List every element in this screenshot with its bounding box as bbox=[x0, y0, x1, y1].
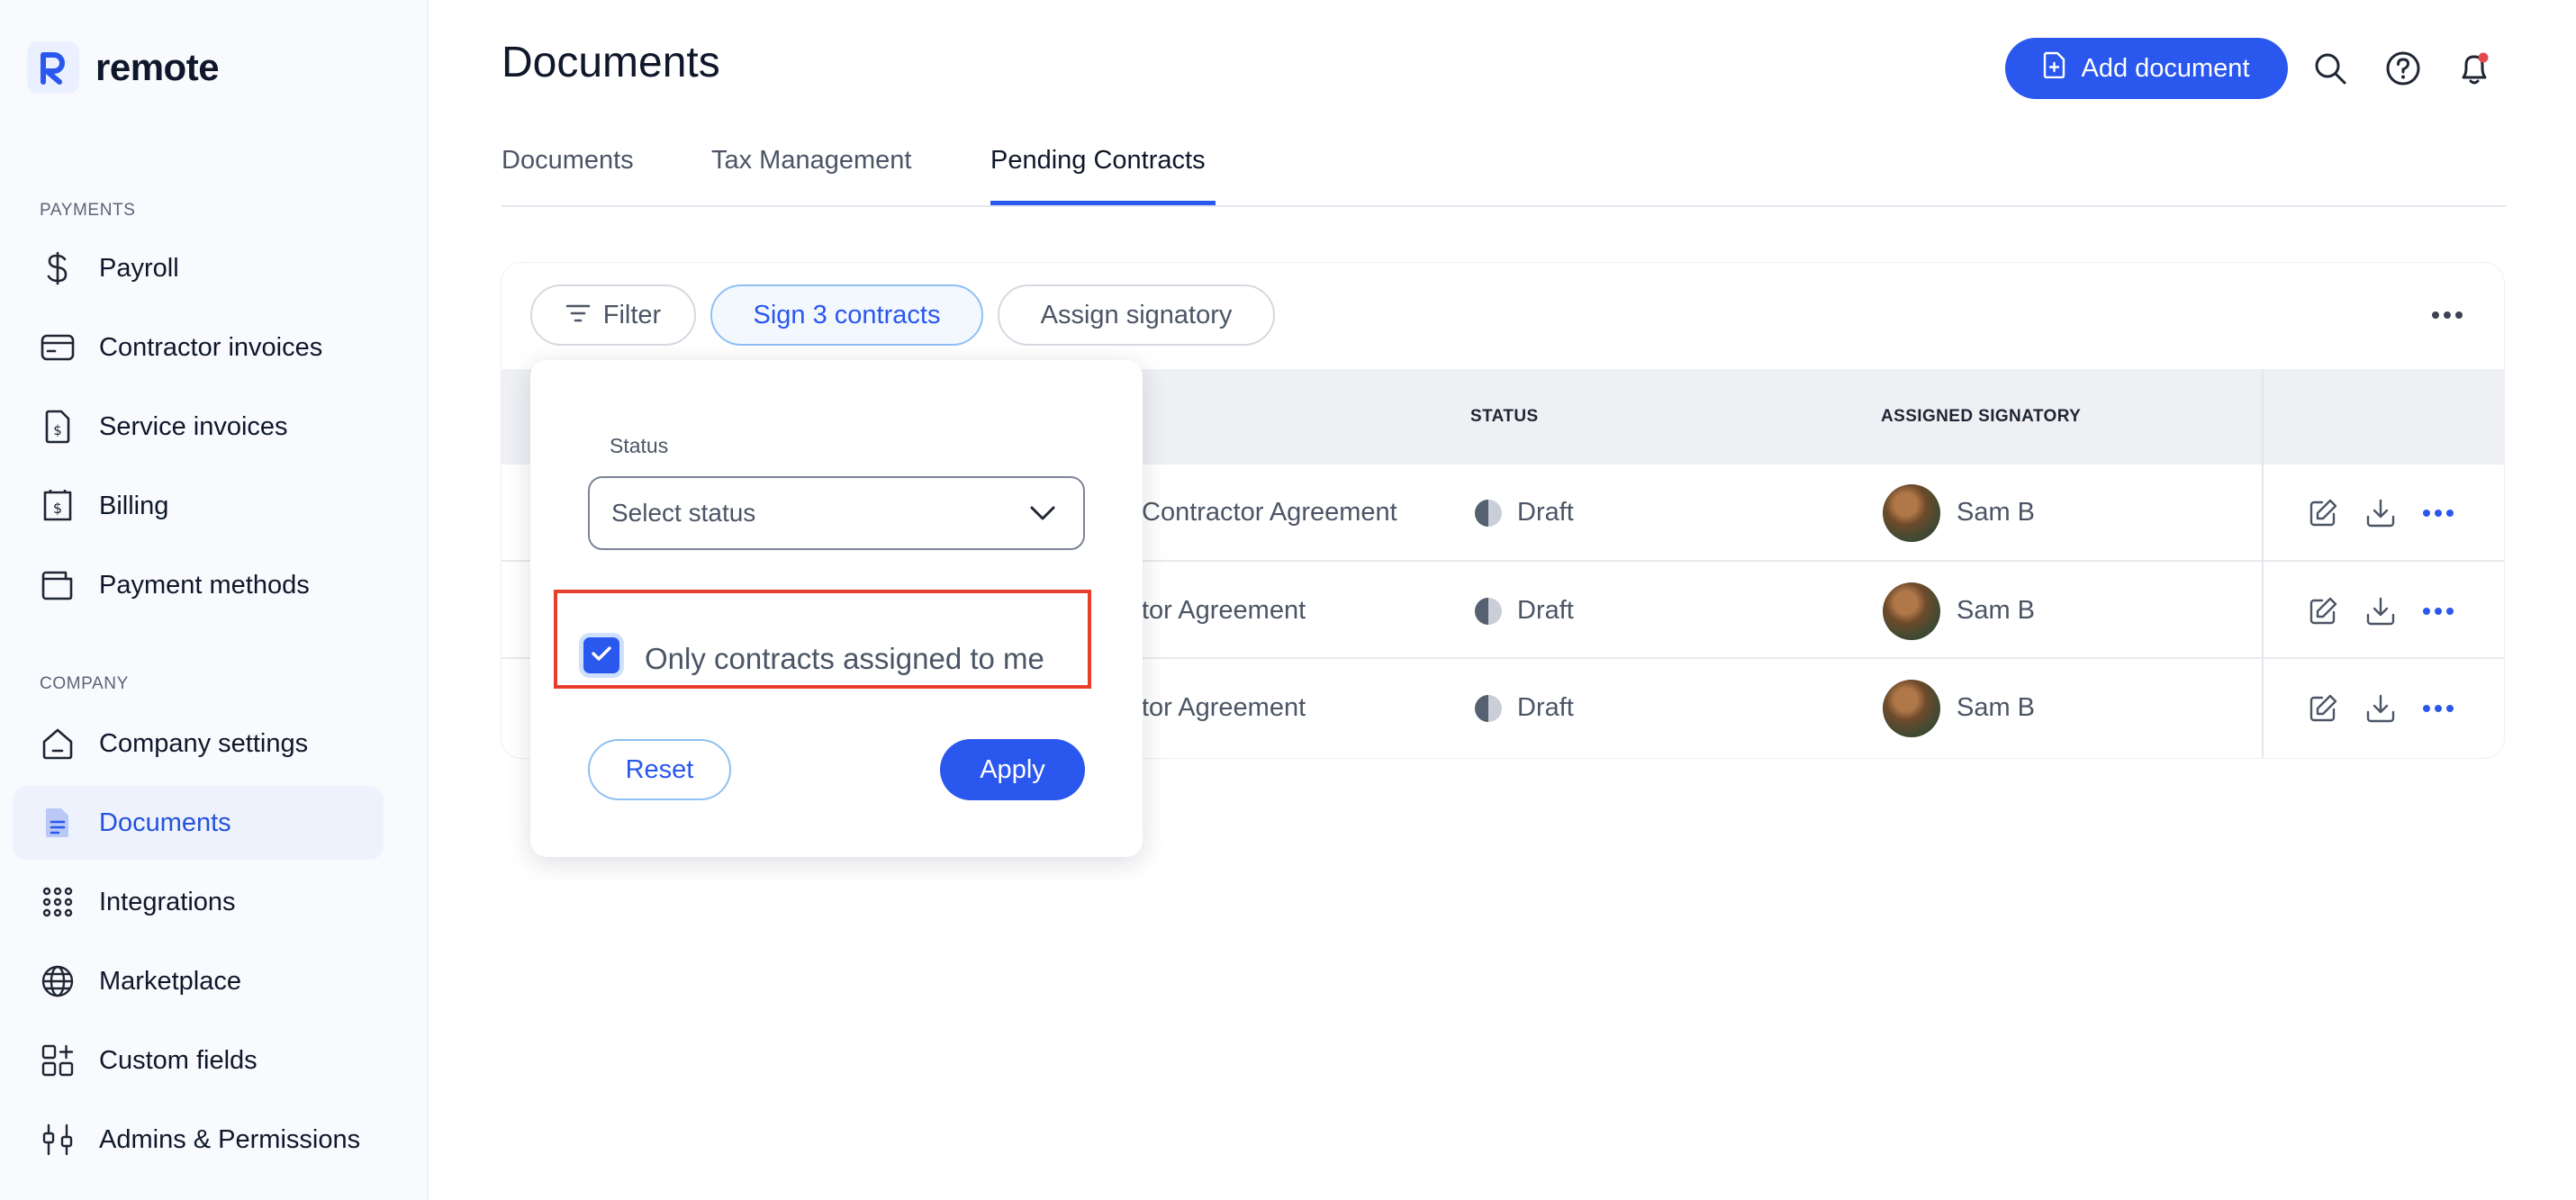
only-mine-label[interactable]: Only contracts assigned to me bbox=[645, 642, 1044, 676]
svg-text:$: $ bbox=[53, 422, 62, 438]
status-text: Draft bbox=[1517, 596, 1574, 625]
edit-icon[interactable] bbox=[2307, 692, 2339, 725]
sidebar-item-label: Marketplace bbox=[99, 966, 241, 996]
remote-logo-icon bbox=[27, 41, 79, 94]
card-icon bbox=[40, 329, 76, 365]
sign-contracts-button[interactable]: Sign 3 contracts bbox=[710, 284, 983, 346]
active-tab-indicator bbox=[990, 201, 1216, 205]
add-fields-icon bbox=[40, 1042, 76, 1078]
sidebar-item-label: Payment methods bbox=[99, 570, 310, 600]
invoice-icon: $ bbox=[40, 409, 76, 445]
more-options-icon[interactable] bbox=[2429, 302, 2465, 328]
signatory-name: Sam B bbox=[1957, 498, 2036, 527]
draft-status-icon bbox=[1474, 694, 1503, 723]
column-header-status: STATUS bbox=[1470, 407, 1539, 426]
document-name[interactable]: tor Agreement bbox=[1142, 693, 1306, 723]
sidebar-item-label: Admins & Permissions bbox=[99, 1124, 361, 1154]
sidebar-item-label: Contractor invoices bbox=[99, 332, 323, 362]
status-select-value: Select status bbox=[611, 499, 756, 527]
tab-documents[interactable]: Documents bbox=[502, 146, 634, 176]
tab-pending-contracts[interactable]: Pending Contracts bbox=[990, 146, 1206, 176]
sidebar: remote PAYMENTS Payroll Contractor invoi… bbox=[0, 0, 429, 1200]
sidebar-item-marketplace[interactable]: Marketplace bbox=[13, 944, 384, 1018]
sidebar-item-label: Documents bbox=[99, 808, 231, 837]
sidebar-item-payment-methods[interactable]: Payment methods bbox=[13, 548, 384, 622]
more-actions-icon[interactable] bbox=[2422, 692, 2454, 725]
status-select[interactable]: Select status bbox=[588, 476, 1085, 550]
sidebar-item-label: Payroll bbox=[99, 253, 179, 283]
status-text: Draft bbox=[1517, 498, 1574, 527]
only-mine-checkbox[interactable] bbox=[583, 637, 619, 673]
chevron-down-icon bbox=[1029, 499, 1056, 528]
brand-logo[interactable]: remote bbox=[27, 41, 220, 94]
sidebar-item-label: Billing bbox=[99, 491, 169, 520]
sidebar-item-payroll[interactable]: Payroll bbox=[13, 231, 384, 305]
home-icon bbox=[40, 726, 76, 762]
sidebar-item-custom-fields[interactable]: Custom fields bbox=[13, 1024, 384, 1097]
apply-button[interactable]: Apply bbox=[940, 739, 1085, 800]
signatory-name: Sam B bbox=[1957, 693, 2036, 722]
column-header-assigned-signatory: ASSIGNED SIGNATORY bbox=[1881, 407, 2082, 426]
brand-name: remote bbox=[95, 46, 220, 88]
download-icon[interactable] bbox=[2364, 497, 2397, 529]
dollar-icon bbox=[40, 250, 76, 286]
edit-icon[interactable] bbox=[2307, 497, 2339, 529]
filter-icon bbox=[565, 301, 591, 330]
avatar bbox=[1883, 582, 1940, 640]
sidebar-item-documents[interactable]: Documents bbox=[13, 786, 384, 860]
draft-status-icon bbox=[1474, 597, 1503, 626]
grid-icon bbox=[40, 884, 76, 920]
document-icon bbox=[40, 805, 76, 841]
checkmark-icon bbox=[591, 645, 612, 667]
more-actions-icon[interactable] bbox=[2422, 497, 2454, 529]
billing-icon: $ bbox=[40, 488, 76, 524]
download-icon[interactable] bbox=[2364, 692, 2397, 725]
section-label-payments: PAYMENTS bbox=[40, 201, 136, 220]
status-filter-label: Status bbox=[610, 434, 669, 457]
search-icon[interactable] bbox=[2310, 49, 2350, 88]
section-label-company: COMPANY bbox=[40, 674, 129, 693]
svg-text:$: $ bbox=[53, 500, 62, 517]
filter-label: Filter bbox=[602, 300, 662, 329]
tab-tax-management[interactable]: Tax Management bbox=[711, 146, 911, 176]
sidebar-item-label: Integrations bbox=[99, 887, 236, 916]
document-name[interactable]: tor Agreement bbox=[1142, 596, 1306, 626]
document-name[interactable]: Contractor Agreement bbox=[1142, 498, 1397, 528]
sign-contracts-label: Sign 3 contracts bbox=[753, 300, 941, 329]
sidebar-item-label: Company settings bbox=[99, 728, 309, 758]
sidebar-item-company-settings[interactable]: Company settings bbox=[13, 707, 384, 780]
download-icon[interactable] bbox=[2364, 595, 2397, 627]
file-plus-icon bbox=[2043, 51, 2066, 86]
draft-status-icon bbox=[1474, 499, 1503, 528]
page-title: Documents bbox=[502, 39, 720, 86]
sidebar-item-label: Custom fields bbox=[99, 1045, 258, 1075]
status-text: Draft bbox=[1517, 693, 1574, 722]
sidebar-item-billing[interactable]: $ Billing bbox=[13, 469, 384, 543]
bell-icon[interactable] bbox=[2454, 49, 2494, 88]
edit-icon[interactable] bbox=[2307, 595, 2339, 627]
filter-button[interactable]: Filter bbox=[530, 284, 696, 346]
sliders-icon bbox=[40, 1122, 76, 1158]
globe-icon bbox=[40, 963, 76, 999]
tab-bar: Documents Tax Management Pending Contrac… bbox=[502, 135, 2506, 207]
avatar bbox=[1883, 484, 1940, 542]
sidebar-item-label: Service invoices bbox=[99, 411, 288, 441]
sidebar-item-service-invoices[interactable]: $ Service invoices bbox=[13, 390, 384, 464]
sidebar-item-integrations[interactable]: Integrations bbox=[13, 865, 384, 939]
reset-button[interactable]: Reset bbox=[588, 739, 731, 800]
signatory-name: Sam B bbox=[1957, 596, 2036, 625]
help-icon[interactable] bbox=[2383, 49, 2423, 88]
sidebar-item-contractor-invoices[interactable]: Contractor invoices bbox=[13, 311, 384, 384]
assign-signatory-button[interactable]: Assign signatory bbox=[998, 284, 1275, 346]
assign-signatory-label: Assign signatory bbox=[1040, 300, 1233, 329]
add-document-label: Add document bbox=[2081, 53, 2250, 83]
more-actions-icon[interactable] bbox=[2422, 595, 2454, 627]
wallet-icon bbox=[40, 567, 76, 603]
add-document-button[interactable]: Add document bbox=[2005, 38, 2288, 99]
sidebar-item-admins-permissions[interactable]: Admins & Permissions bbox=[13, 1103, 384, 1177]
avatar bbox=[1883, 680, 1940, 737]
